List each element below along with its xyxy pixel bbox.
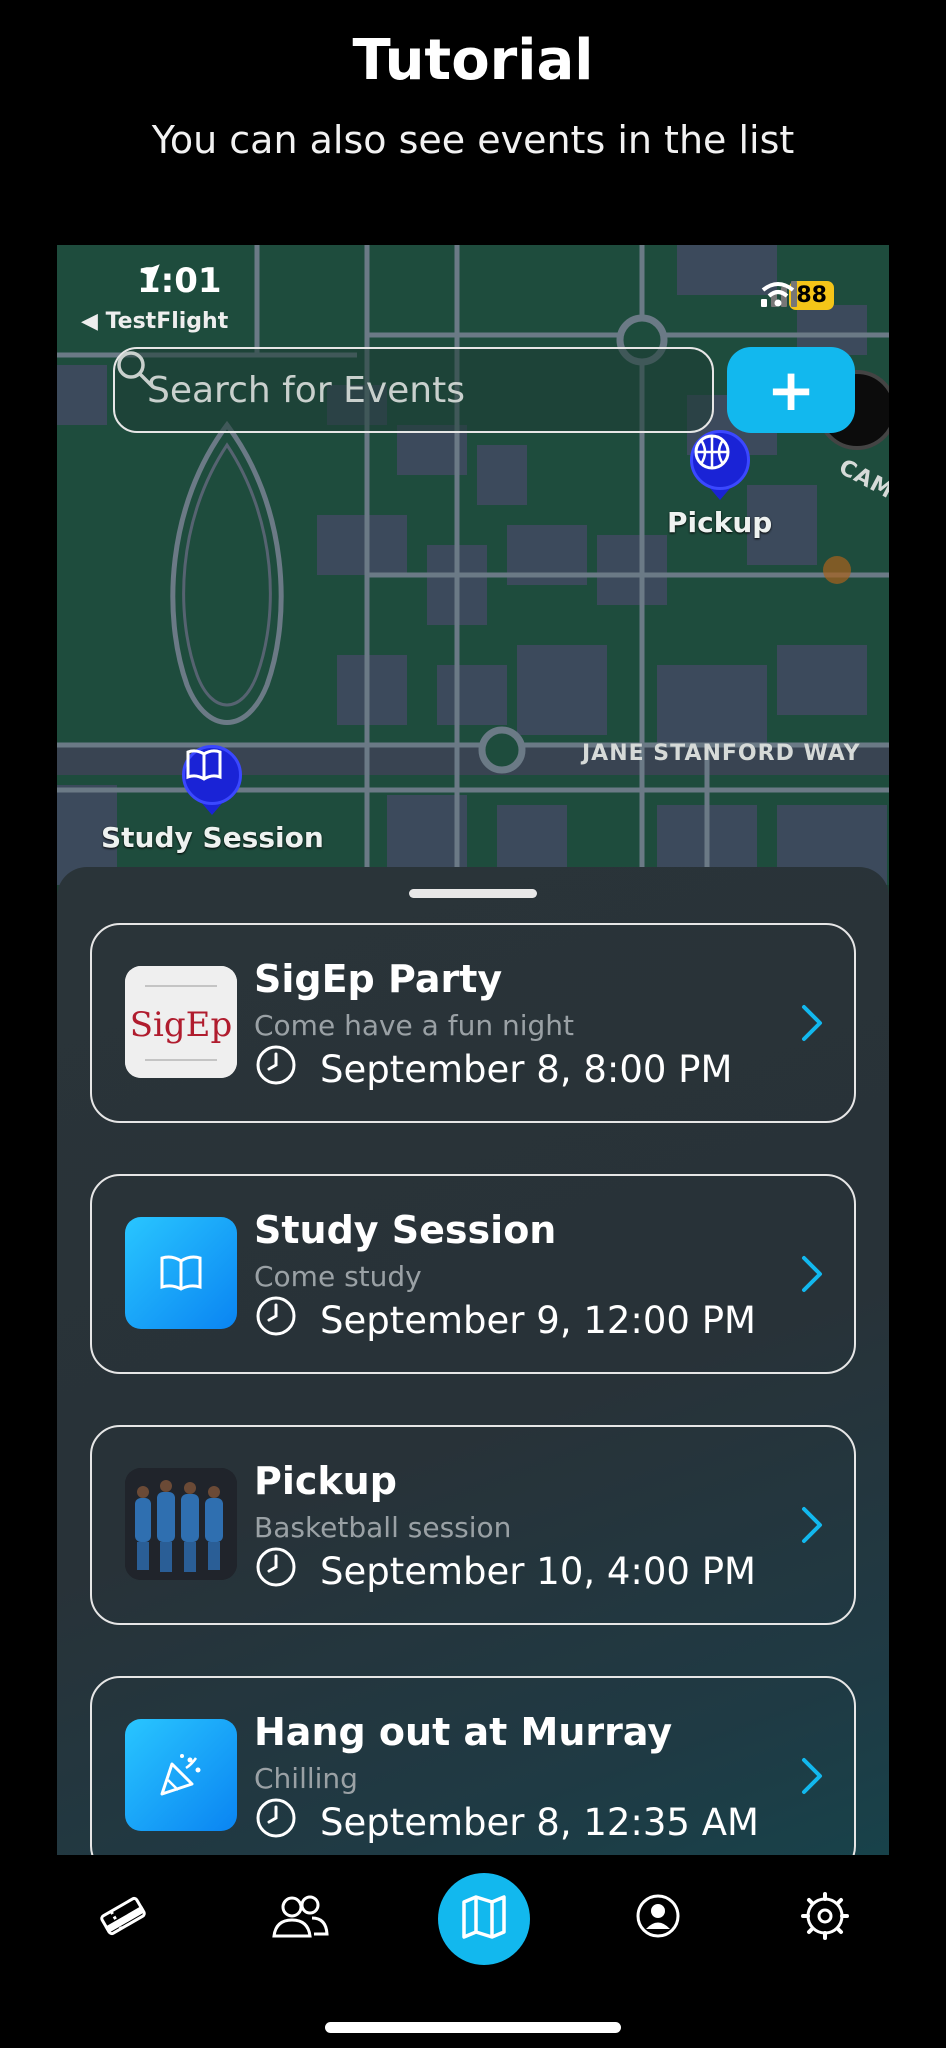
profile-icon bbox=[634, 1892, 682, 1944]
event-time-text: September 8, 12:35 AM bbox=[320, 1801, 759, 1844]
search-placeholder: Search for Events bbox=[147, 369, 465, 411]
map-pin-pickup[interactable]: Pickup bbox=[667, 430, 772, 539]
party-popper-icon bbox=[125, 1719, 237, 1831]
pin-label: Pickup bbox=[667, 506, 773, 539]
map-view[interactable]: 1:01 ◀ TestFlight 88 Search for Events +… bbox=[57, 245, 889, 885]
event-description: Basketball session bbox=[254, 1511, 512, 1544]
event-name: Pickup bbox=[254, 1459, 397, 1503]
chevron-right-icon[interactable] bbox=[800, 1756, 824, 1800]
event-description: Come have a fun night bbox=[254, 1009, 575, 1042]
add-event-button[interactable]: + bbox=[727, 347, 855, 433]
event-card[interactable]: Hang out at Murray Chilling September 8,… bbox=[90, 1676, 856, 1855]
friends-icon bbox=[270, 1892, 330, 1944]
event-time-text: September 8, 8:00 PM bbox=[320, 1048, 733, 1091]
chevron-right-icon[interactable] bbox=[800, 1003, 824, 1047]
tutorial-header: Tutorial You can also see events in the … bbox=[0, 0, 946, 245]
tab-profile[interactable] bbox=[613, 1873, 703, 1963]
event-time: September 8, 12:35 AM bbox=[254, 1796, 759, 1849]
clock-icon bbox=[254, 1294, 298, 1347]
clock-icon bbox=[254, 1796, 298, 1849]
status-time: 1:01 bbox=[137, 261, 222, 301]
clock-icon bbox=[254, 1043, 298, 1096]
event-time-text: September 9, 12:00 PM bbox=[320, 1299, 756, 1342]
street-label: JANE STANFORD WAY bbox=[582, 741, 861, 766]
event-description: Chilling bbox=[254, 1762, 358, 1795]
phone-screen: 1:01 ◀ TestFlight 88 Search for Events +… bbox=[57, 245, 889, 1855]
map-icon bbox=[459, 1892, 509, 1946]
event-time: September 8, 8:00 PM bbox=[254, 1043, 732, 1096]
sigep-logo: SigEp bbox=[125, 966, 237, 1078]
event-name: Hang out at Murray bbox=[254, 1710, 673, 1754]
tab-bar bbox=[0, 1857, 946, 2048]
tickets-icon bbox=[97, 1890, 149, 1946]
basketball-icon bbox=[689, 430, 750, 490]
event-card[interactable]: Pickup Basketball session September 10, … bbox=[90, 1425, 856, 1625]
tab-map[interactable] bbox=[438, 1873, 530, 1965]
events-sheet[interactable]: SigEp SigEp Party Come have a fun night … bbox=[57, 867, 889, 1855]
pin-label: Study Session bbox=[101, 821, 324, 854]
status-icons: 88 bbox=[761, 281, 834, 310]
back-to-testflight[interactable]: ◀ TestFlight bbox=[81, 309, 228, 334]
tutorial-subtitle: You can also see events in the list bbox=[151, 118, 795, 162]
basketball-team-photo bbox=[125, 1468, 237, 1580]
event-time: September 10, 4:00 PM bbox=[254, 1545, 756, 1598]
tab-settings[interactable] bbox=[780, 1873, 870, 1963]
book-icon bbox=[182, 745, 243, 805]
search-input[interactable]: Search for Events bbox=[113, 347, 714, 433]
event-time-text: September 10, 4:00 PM bbox=[320, 1550, 756, 1593]
event-description: Come study bbox=[254, 1260, 422, 1293]
tab-tickets[interactable] bbox=[78, 1873, 168, 1963]
tab-friends[interactable] bbox=[255, 1873, 345, 1963]
event-card[interactable]: SigEp SigEp Party Come have a fun night … bbox=[90, 923, 856, 1123]
settings-icon bbox=[800, 1891, 850, 1945]
event-name: Study Session bbox=[254, 1208, 557, 1252]
home-indicator[interactable] bbox=[325, 2022, 621, 2033]
sheet-grabber[interactable] bbox=[409, 889, 537, 898]
book-icon bbox=[125, 1217, 237, 1329]
chevron-right-icon[interactable] bbox=[800, 1505, 824, 1549]
clock-icon bbox=[254, 1545, 298, 1598]
event-time: September 9, 12:00 PM bbox=[254, 1294, 756, 1347]
chevron-right-icon[interactable] bbox=[800, 1254, 824, 1298]
event-card[interactable]: Study Session Come study September 9, 12… bbox=[90, 1174, 856, 1374]
sigep-logo-text: SigEp bbox=[130, 1005, 233, 1045]
event-name: SigEp Party bbox=[254, 957, 503, 1001]
tutorial-title: Tutorial bbox=[352, 28, 594, 93]
map-pin-study-session[interactable]: Study Session bbox=[101, 745, 324, 854]
